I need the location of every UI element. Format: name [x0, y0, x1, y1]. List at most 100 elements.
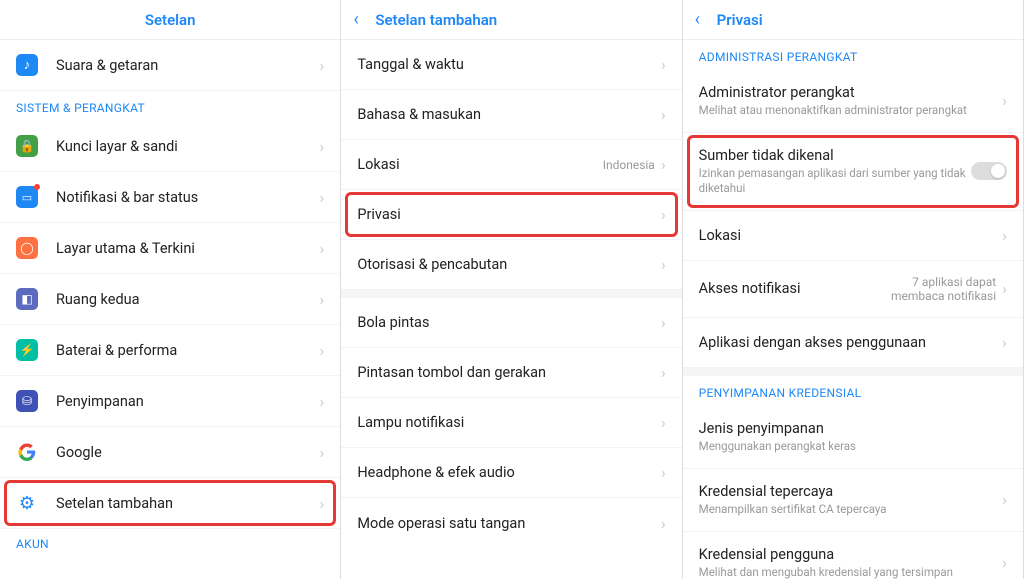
- row-label: Lokasi: [699, 227, 1003, 244]
- row-language-input[interactable]: Bahasa & masukan ›: [341, 90, 681, 140]
- toggle-switch[interactable]: [971, 162, 1007, 180]
- row-label: Kunci layar & sandi: [56, 138, 320, 155]
- header-additional: ‹ Setelan tambahan: [341, 0, 681, 40]
- chevron-right-icon: ›: [661, 363, 666, 382]
- row-label: Jenis penyimpanan: [699, 420, 1007, 437]
- battery-icon: ⚡: [16, 339, 38, 361]
- row-label: Penyimpanan: [56, 393, 320, 410]
- panel-privacy: ‹ Privasi ADMINISTRASI PERANGKAT Adminis…: [683, 0, 1024, 579]
- row-label: Kredensial tepercaya: [699, 483, 1003, 500]
- row-label: Kredensial pengguna: [699, 546, 1003, 563]
- header-privacy: ‹ Privasi: [683, 0, 1023, 40]
- section-header-admin: ADMINISTRASI PERANGKAT: [683, 40, 1023, 70]
- chevron-right-icon: ›: [1002, 279, 1007, 298]
- row-storage-type: Jenis penyimpanan Menggunakan perangkat …: [683, 406, 1023, 469]
- row-sublabel: Melihat dan mengubah kredensial yang ter…: [699, 565, 1003, 579]
- row-additional-settings[interactable]: ⚙ Setelan tambahan ›: [0, 478, 340, 529]
- row-home-screen[interactable]: ◯ Layar utama & Terkini ›: [0, 223, 340, 274]
- row-sublabel: Menggunakan perangkat keras: [699, 439, 1007, 454]
- storage-icon: ⛁: [16, 390, 38, 412]
- row-label: Notifikasi & bar status: [56, 189, 320, 206]
- lock-icon: 🔒: [16, 135, 38, 157]
- row-usage-access[interactable]: Aplikasi dengan akses penggunaan ›: [683, 318, 1023, 368]
- chevron-right-icon: ›: [661, 463, 666, 482]
- settings-list[interactable]: ♪ Suara & getaran › SISTEM & PERANGKAT 🔒…: [0, 40, 340, 579]
- row-location-privacy[interactable]: Lokasi ›: [683, 211, 1023, 261]
- chevron-right-icon: ›: [320, 56, 325, 75]
- row-sublabel: Izinkan pemasangan aplikasi dari sumber …: [699, 166, 971, 196]
- row-label: Lampu notifikasi: [357, 414, 661, 431]
- dual-space-icon: ◧: [16, 288, 38, 310]
- chevron-right-icon: ›: [320, 137, 325, 156]
- chevron-right-icon: ›: [661, 105, 666, 124]
- row-device-admin[interactable]: Administrator perangkat Melihat atau men…: [683, 70, 1023, 133]
- chevron-right-icon: ›: [320, 188, 325, 207]
- row-label: Headphone & efek audio: [357, 464, 661, 481]
- row-storage[interactable]: ⛁ Penyimpanan ›: [0, 376, 340, 427]
- row-label: Pintasan tombol dan gerakan: [357, 364, 661, 381]
- header-title: Setelan: [145, 11, 196, 29]
- row-privacy[interactable]: Privasi ›: [341, 190, 681, 240]
- back-button[interactable]: ‹: [353, 9, 367, 30]
- row-label: Ruang kedua: [56, 291, 320, 308]
- chevron-right-icon: ›: [320, 443, 325, 462]
- chevron-right-icon: ›: [1002, 333, 1007, 352]
- chevron-right-icon: ›: [661, 205, 666, 224]
- row-location[interactable]: Lokasi Indonesia ›: [341, 140, 681, 190]
- row-date-time[interactable]: Tanggal & waktu ›: [341, 40, 681, 90]
- chevron-right-icon: ›: [661, 255, 666, 274]
- row-notification-light[interactable]: Lampu notifikasi ›: [341, 398, 681, 448]
- row-sound-vibration[interactable]: ♪ Suara & getaran ›: [0, 40, 340, 91]
- chevron-right-icon: ›: [320, 341, 325, 360]
- panel-settings: Setelan ♪ Suara & getaran › SISTEM & PER…: [0, 0, 341, 579]
- chevron-right-icon: ›: [320, 494, 325, 513]
- chevron-right-icon: ›: [661, 313, 666, 332]
- row-notifications[interactable]: ▭ Notifikasi & bar status ›: [0, 172, 340, 223]
- google-icon: [16, 441, 38, 463]
- row-label: Tanggal & waktu: [357, 56, 661, 73]
- row-authorization[interactable]: Otorisasi & pencabutan ›: [341, 240, 681, 290]
- row-label: Aplikasi dengan akses penggunaan: [699, 334, 1003, 351]
- chevron-right-icon: ›: [661, 413, 666, 432]
- row-unknown-sources[interactable]: Sumber tidak dikenal Izinkan pemasangan …: [683, 133, 1023, 211]
- row-label: Sumber tidak dikenal: [699, 147, 971, 164]
- row-button-shortcuts[interactable]: Pintasan tombol dan gerakan ›: [341, 348, 681, 398]
- row-quick-ball[interactable]: Bola pintas ›: [341, 298, 681, 348]
- section-header-credential: PENYIMPANAN KREDENSIAL: [683, 376, 1023, 406]
- chevron-right-icon: ›: [661, 155, 666, 174]
- row-headphone-audio[interactable]: Headphone & efek audio ›: [341, 448, 681, 498]
- row-user-credentials[interactable]: Kredensial pengguna Melihat dan mengubah…: [683, 532, 1023, 579]
- row-label: Otorisasi & pencabutan: [357, 256, 661, 273]
- row-label: Privasi: [357, 206, 661, 223]
- row-label: Administrator perangkat: [699, 84, 1003, 101]
- header-title: Setelan tambahan: [375, 11, 497, 29]
- chevron-right-icon: ›: [1002, 91, 1007, 110]
- privacy-list[interactable]: ADMINISTRASI PERANGKAT Administrator per…: [683, 40, 1023, 579]
- row-google[interactable]: Google ›: [0, 427, 340, 478]
- row-notification-access[interactable]: Akses notifikasi 7 aplikasi dapat membac…: [683, 261, 1023, 318]
- panel-additional-settings: ‹ Setelan tambahan Tanggal & waktu › Bah…: [341, 0, 682, 579]
- additional-list[interactable]: Tanggal & waktu › Bahasa & masukan › Lok…: [341, 40, 681, 579]
- row-label: Bahasa & masukan: [357, 106, 661, 123]
- back-button[interactable]: ‹: [695, 9, 709, 30]
- row-label: Akses notifikasi: [699, 280, 877, 297]
- section-header-akun: AKUN: [0, 529, 340, 551]
- row-trusted-credentials[interactable]: Kredensial tepercaya Menampilkan sertifi…: [683, 469, 1023, 532]
- home-icon: ◯: [16, 237, 38, 259]
- chevron-right-icon: ›: [661, 55, 666, 74]
- row-lock-screen[interactable]: 🔒 Kunci layar & sandi ›: [0, 121, 340, 172]
- section-header-system: SISTEM & PERANGKAT: [0, 91, 340, 121]
- chevron-right-icon: ›: [661, 514, 666, 533]
- row-second-space[interactable]: ◧ Ruang kedua ›: [0, 274, 340, 325]
- row-label: Baterai & performa: [56, 342, 320, 359]
- row-battery[interactable]: ⚡ Baterai & performa ›: [0, 325, 340, 376]
- row-sublabel: Melihat atau menonaktifkan administrator…: [699, 103, 1003, 118]
- row-one-handed[interactable]: Mode operasi satu tangan ›: [341, 498, 681, 548]
- gear-icon: ⚙: [16, 492, 38, 514]
- row-label: Suara & getaran: [56, 57, 320, 74]
- chevron-right-icon: ›: [1002, 226, 1007, 245]
- row-value: Indonesia: [603, 158, 655, 172]
- chevron-right-icon: ›: [320, 239, 325, 258]
- chevron-right-icon: ›: [320, 290, 325, 309]
- chevron-right-icon: ›: [1002, 490, 1007, 509]
